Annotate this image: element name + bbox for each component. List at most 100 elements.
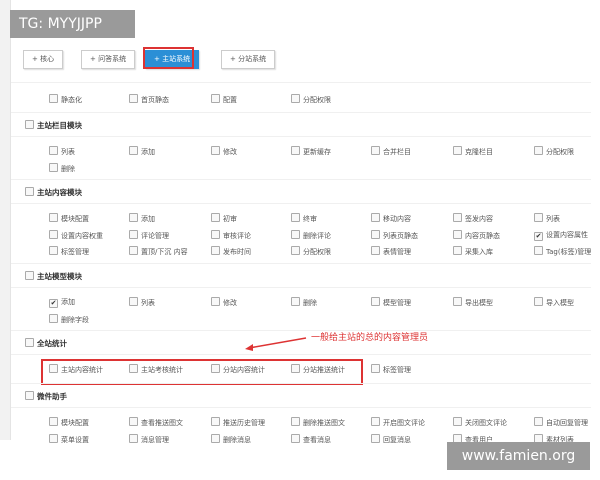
checkbox[interactable] [129, 229, 138, 239]
checkbox[interactable] [49, 313, 58, 323]
checkbox-item[interactable]: 查看推送图文 [129, 417, 183, 428]
checkbox-item[interactable]: 分站内容统计 [211, 364, 265, 375]
checkbox-item[interactable]: 分站推送统计 [291, 364, 345, 375]
checkbox-item[interactable]: 静态化 [49, 94, 82, 105]
checkbox-item[interactable]: 推送历史管理 [211, 417, 265, 428]
checkbox-item[interactable]: 删除评论 [291, 229, 331, 241]
checkbox[interactable] [25, 187, 34, 196]
section-header[interactable]: 微件助手 [25, 391, 67, 402]
checkbox-item[interactable]: 删除 [49, 162, 75, 174]
checkbox[interactable] [534, 246, 543, 255]
checkbox-checked[interactable]: ✔ [534, 231, 543, 241]
checkbox-item[interactable]: 内容页静态 [453, 229, 500, 241]
checkbox-item[interactable]: 列表 [534, 213, 560, 224]
checkbox[interactable] [49, 364, 58, 373]
checkbox[interactable] [371, 417, 380, 426]
checkbox[interactable] [49, 433, 58, 443]
checkbox[interactable] [25, 338, 34, 347]
checkbox-item[interactable]: 表情管理 [371, 246, 411, 257]
tab-core[interactable]: + 核心 [23, 50, 64, 69]
checkbox-item[interactable]: 删除消息 [211, 433, 251, 445]
checkbox[interactable] [291, 297, 300, 306]
checkbox[interactable] [25, 391, 34, 400]
tab-sub-site-system[interactable]: + 分站系统 [221, 50, 276, 69]
checkbox-item[interactable]: 主站内容统计 [49, 364, 103, 375]
section-header[interactable]: 主站模型模块 [25, 271, 82, 282]
checkbox[interactable] [49, 417, 58, 426]
checkbox[interactable] [49, 229, 58, 239]
checkbox-item[interactable]: 合并栏目 [371, 146, 411, 157]
checkbox-item[interactable]: 模型管理 [371, 297, 411, 308]
checkbox-item[interactable]: 设置内容权重 [49, 229, 103, 241]
checkbox[interactable] [371, 229, 380, 239]
checkbox-item[interactable]: 关闭图文评论 [453, 417, 507, 428]
checkbox-item[interactable]: 菜单设置 [49, 433, 89, 445]
checkbox-item[interactable]: 添加 [129, 213, 155, 224]
checkbox[interactable] [534, 417, 543, 426]
checkbox-item[interactable]: 移动内容 [371, 213, 411, 224]
checkbox[interactable] [371, 246, 380, 255]
checkbox[interactable] [25, 120, 34, 129]
checkbox[interactable] [453, 246, 462, 255]
tab-qa-system[interactable]: + 问答系统 [81, 50, 136, 69]
checkbox-item[interactable]: 开启图文评论 [371, 417, 425, 428]
checkbox[interactable] [371, 297, 380, 306]
checkbox-item[interactable]: 主站考核统计 [129, 364, 183, 375]
checkbox[interactable] [129, 433, 138, 443]
checkbox-item[interactable]: 分配权限 [291, 94, 331, 105]
checkbox[interactable] [211, 94, 220, 103]
checkbox-item[interactable]: 更新缓存 [291, 146, 331, 157]
checkbox-item[interactable]: 首页静态 [129, 94, 169, 105]
checkbox-item[interactable]: 克隆栏目 [453, 146, 493, 157]
checkbox[interactable] [211, 297, 220, 306]
checkbox[interactable] [371, 213, 380, 222]
checkbox-item[interactable]: ✔ 添加 [49, 297, 75, 308]
checkbox[interactable] [291, 364, 300, 373]
checkbox[interactable] [211, 213, 220, 222]
checkbox[interactable] [291, 146, 300, 155]
checkbox[interactable] [453, 146, 462, 155]
checkbox[interactable] [371, 433, 380, 443]
section-header[interactable]: 主站栏目模块 [25, 120, 82, 131]
checkbox-item[interactable]: 删除字段 [49, 313, 89, 325]
checkbox-item[interactable]: 标签管理 [49, 246, 89, 257]
checkbox-item[interactable]: 初审 [211, 213, 237, 224]
section-header[interactable]: 主站内容模块 [25, 187, 82, 198]
checkbox[interactable] [49, 246, 58, 255]
checkbox[interactable] [129, 417, 138, 426]
checkbox[interactable] [534, 146, 543, 155]
checkbox[interactable] [211, 146, 220, 155]
checkbox[interactable] [129, 364, 138, 373]
checkbox[interactable] [534, 213, 543, 222]
checkbox[interactable] [291, 94, 300, 103]
checkbox-item[interactable]: 自动回复管理 [534, 417, 588, 428]
checkbox[interactable] [49, 94, 58, 103]
checkbox-item[interactable]: 删除推送图文 [291, 417, 345, 428]
checkbox-item[interactable]: 删除 [291, 297, 317, 308]
checkbox-item[interactable]: 发布时间 [211, 246, 251, 257]
checkbox-item[interactable]: 修改 [211, 297, 237, 308]
checkbox-item[interactable]: 分配权限 [291, 246, 331, 257]
checkbox-item[interactable]: 模块配置 [49, 417, 89, 428]
checkbox-item[interactable]: ✔ 设置内容属性 [534, 230, 588, 241]
checkbox-item[interactable]: 配置 [211, 94, 237, 105]
checkbox-checked[interactable]: ✔ [49, 299, 58, 308]
checkbox[interactable] [453, 417, 462, 426]
checkbox-item[interactable]: 列表 [129, 297, 155, 308]
checkbox-item[interactable]: 分配权限 [534, 146, 574, 157]
checkbox[interactable] [211, 417, 220, 426]
checkbox[interactable] [129, 213, 138, 222]
checkbox[interactable] [129, 146, 138, 155]
checkbox[interactable] [129, 246, 138, 255]
checkbox[interactable] [211, 433, 220, 443]
checkbox[interactable] [453, 297, 462, 306]
checkbox-item[interactable]: 消息管理 [129, 433, 169, 445]
checkbox-item[interactable]: 签发内容 [453, 213, 493, 224]
checkbox-item[interactable]: 导出模型 [453, 297, 493, 308]
section-header[interactable]: 全站统计 [25, 338, 67, 349]
checkbox-item[interactable]: 评论管理 [129, 229, 169, 241]
checkbox-item[interactable]: 模块配置 [49, 213, 89, 224]
checkbox[interactable] [211, 364, 220, 373]
checkbox[interactable] [534, 297, 543, 306]
checkbox[interactable] [453, 213, 462, 222]
